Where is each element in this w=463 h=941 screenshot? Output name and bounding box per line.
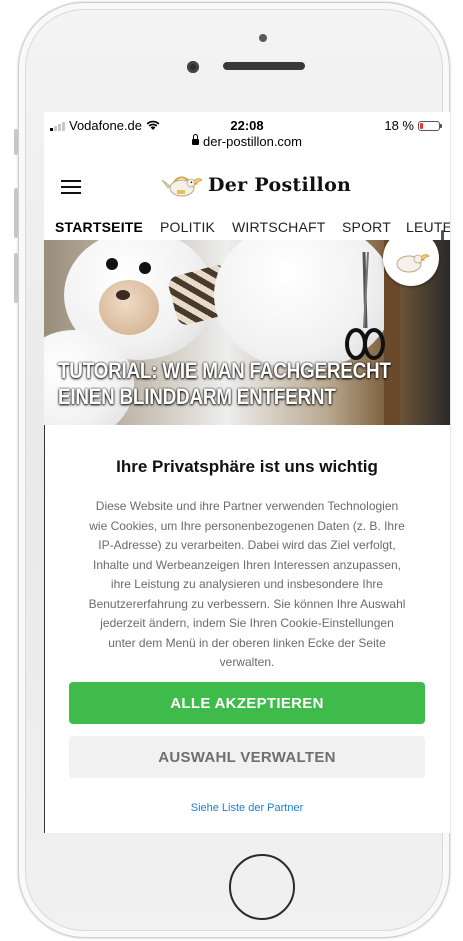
volume-down-button [14,253,18,303]
home-button[interactable] [229,854,295,920]
consent-body-line: Benutzererfahrung zu verbessern. Sie kön… [88,596,406,611]
logo-text: Der Postillon [208,174,352,196]
partner-list-link[interactable]: Siehe Liste der Partner [44,802,450,814]
consent-body-line: unter dem Menü in der oberen linken Ecke… [108,635,386,650]
consent-body-line: IP-Adresse) zu verarbeiten. Dabei wird d… [98,538,396,552]
hamburger-menu-icon[interactable] [61,180,81,194]
lock-icon [192,134,199,145]
hero-title-line-1: TUTORIAL: WIE MAN FACHGERECHT [58,358,391,383]
site-header: Der Postillon [44,160,450,260]
consent-body: Diese Website und ihre Partner verwenden… [52,497,442,673]
manage-choices-button[interactable]: AUSWAHL VERWALTEN [69,736,425,778]
nav-item-sport[interactable]: SPORT [342,219,391,235]
proximity-sensor [187,61,199,73]
consent-body-line: verwalten. [219,655,275,669]
hero-title-line-2: EINEN BLINDDARM ENTFERNT [58,384,336,409]
consent-dialog: Ihre Privatsphäre ist uns wichtig Diese … [44,425,450,833]
postillon-bird-icon [161,176,203,197]
earpiece-speaker [223,62,305,70]
consent-body-line: Diese Website und ihre Partner verwenden… [95,499,399,513]
nav-item-wirtschaft[interactable]: WIRTSCHAFT [232,219,326,235]
scissors-icon [345,251,385,360]
nav-item-startseite[interactable]: STARTSEITE [55,219,143,235]
site-logo[interactable]: Der Postillon [160,170,351,200]
volume-up-button [14,188,18,238]
mute-switch [14,129,18,155]
category-nav: STARTSEITE POLITIK WIRTSCHAFT SPORT LEUT… [44,213,450,239]
hero-article[interactable]: TUTORIAL: WIE MAN FACHGERECHT EINEN BLIN… [44,240,450,425]
postillon-badge-icon [383,240,439,286]
url-text: der-postillon.com [203,134,302,149]
divider [44,425,45,833]
consent-body-line: ihre Leistung zu analysieren und insbeso… [110,577,384,591]
hero-title: TUTORIAL: WIE MAN FACHGERECHT EINEN BLIN… [58,358,393,410]
nav-item-politik[interactable]: POLITIK [160,219,215,235]
accept-all-button[interactable]: ALLE AKZEPTIEREN [69,682,425,724]
status-bar: Vodafone.de 22:08 18 % [44,112,450,134]
consent-body-line: wie Cookies, um Ihre personenbezogenen D… [89,518,405,533]
front-camera [259,34,267,42]
consent-body-line: Inhalte und Werbeanzeigen Ihren Interess… [93,557,401,572]
battery-percent: 18 % [384,118,414,133]
battery-icon [418,120,442,131]
address-bar[interactable]: der-postillon.com [44,134,450,154]
nav-item-leute[interactable]: LEUTE [406,219,450,235]
consent-body-line: jederzeit ändern, indem Sie Ihren Cookie… [100,616,394,630]
phone-screen: Vodafone.de 22:08 18 % der-postillon.com [44,112,450,833]
consent-title: Ihre Privatsphäre ist uns wichtig [116,457,378,476]
